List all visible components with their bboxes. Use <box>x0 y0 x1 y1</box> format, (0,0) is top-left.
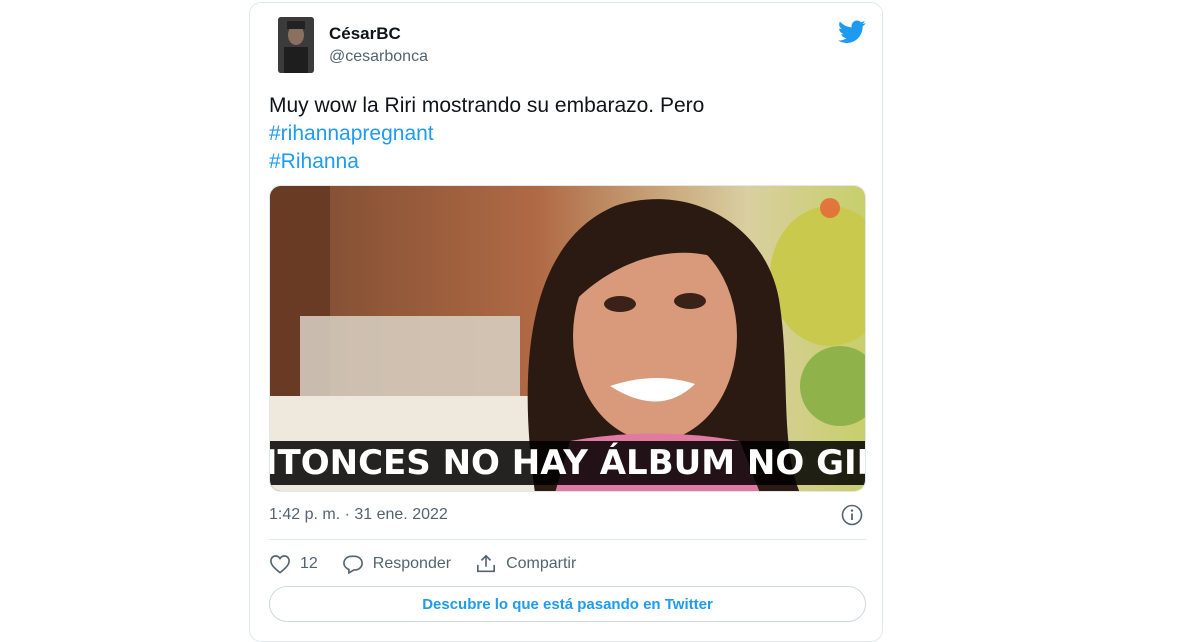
hashtag-link[interactable]: #Rihanna <box>269 148 704 176</box>
tweet-media[interactable]: ENTONCES NO HAY ÁLBUM NO GIRA <box>269 185 866 492</box>
display-name[interactable]: CésarBC <box>329 24 401 44</box>
hashtag-link[interactable]: #rihannapregnant <box>269 120 704 148</box>
share-label: Compartir <box>506 555 577 572</box>
info-icon[interactable] <box>841 504 863 526</box>
tweet-body: Muy wow la Riri mostrando su embarazo. P… <box>269 94 705 117</box>
heart-icon <box>270 555 290 574</box>
reply-button[interactable]: Responder <box>342 554 451 574</box>
twitter-bird-icon[interactable] <box>838 20 866 44</box>
like-count: 12 <box>300 555 318 572</box>
like-button[interactable]: 12 <box>269 554 318 574</box>
user-handle[interactable]: @cesarbonca <box>329 48 428 66</box>
discover-twitter-button[interactable]: Descubre lo que está pasando en Twitter <box>269 586 866 622</box>
tweet-timestamp[interactable]: 1:42 p. m. · 31 ene. 2022 <box>269 506 448 524</box>
reply-icon <box>342 555 363 574</box>
avatar[interactable] <box>278 17 314 73</box>
tweet-actions: 12 Responder Compartir <box>269 551 600 577</box>
media-caption: ENTONCES NO HAY ÁLBUM NO GIRA <box>270 441 865 485</box>
share-icon <box>477 554 496 573</box>
reply-label: Responder <box>372 555 452 572</box>
share-button[interactable]: Compartir <box>475 554 576 574</box>
divider <box>269 539 866 540</box>
tweet-text: Muy wow la Riri mostrando su embarazo. P… <box>269 92 704 176</box>
